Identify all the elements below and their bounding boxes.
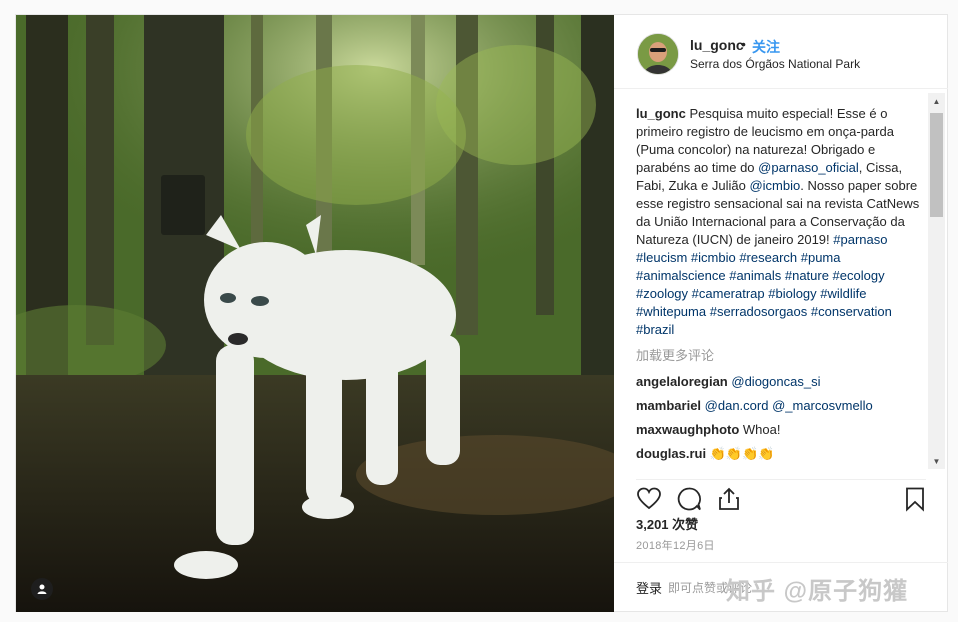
bookmark-icon[interactable] xyxy=(902,486,928,512)
comment-item: angelaloregian @diogoncas_si xyxy=(636,373,926,391)
login-link[interactable]: 登录 xyxy=(636,578,662,597)
caption-mention-parnaso[interactable]: @parnaso_oficial xyxy=(758,160,859,175)
header-username[interactable]: lu_gonc xyxy=(690,37,744,53)
comment-item: maxwaughphoto Whoa! xyxy=(636,421,926,439)
comment-text[interactable]: @diogoncas_si xyxy=(731,374,820,389)
comment-item: douglas.rui 👏👏👏👏 xyxy=(636,445,926,463)
scroll-up-arrow-icon[interactable]: ▲ xyxy=(928,93,945,109)
user-tag-icon[interactable] xyxy=(31,578,53,600)
comment-text: Whoa! xyxy=(742,422,781,437)
post-photo[interactable] xyxy=(16,15,614,612)
comment-icon[interactable] xyxy=(676,486,702,512)
comment-item: mambariel @dan.cord @_marcosvmello xyxy=(636,397,926,415)
post-header: lu_gonc • 关注 Serra dos Órgãos National P… xyxy=(614,15,948,89)
comment-username[interactable]: angelaloregian xyxy=(636,374,728,389)
post-card: lu_gonc • 关注 Serra dos Órgãos National P… xyxy=(15,14,948,612)
post-sidebar: lu_gonc • 关注 Serra dos Órgãos National P… xyxy=(614,15,948,611)
comment-text: 👏👏👏👏 xyxy=(709,446,775,461)
location-link[interactable]: Serra dos Órgãos National Park xyxy=(690,57,860,71)
post-date[interactable]: 2018年12月6日 xyxy=(636,537,715,553)
action-bar xyxy=(636,479,928,512)
comment-username[interactable]: maxwaughphoto xyxy=(636,422,739,437)
comments-scrollbar[interactable]: ▲ ▼ xyxy=(928,93,945,469)
caption-hashtags[interactable]: #parnaso #leucism #icmbio #research #pum… xyxy=(636,232,892,337)
login-footer: 登录 即可点赞或评论 知乎 @原子狗獾 xyxy=(614,562,948,612)
separator-dot: • xyxy=(741,36,746,52)
scrollbar-thumb[interactable] xyxy=(930,113,943,217)
follow-button[interactable]: 关注 xyxy=(752,37,780,57)
avatar[interactable] xyxy=(637,33,679,75)
heart-icon[interactable] xyxy=(636,486,662,512)
comment-text[interactable]: @dan.cord @_marcosvmello xyxy=(705,398,873,413)
comment-username[interactable]: mambariel xyxy=(636,398,701,413)
scroll-down-arrow-icon[interactable]: ▼ xyxy=(928,453,945,469)
caption: lu_gonc Pesquisa muito especial! Esse é … xyxy=(636,105,926,339)
share-icon[interactable] xyxy=(716,486,742,512)
forest-puma-image xyxy=(16,15,614,612)
load-more-comments[interactable]: 加载更多评论 xyxy=(636,347,926,365)
comment-username[interactable]: douglas.rui xyxy=(636,446,706,461)
zhihu-watermark: 知乎 @原子狗獾 xyxy=(726,578,909,605)
caption-mention-icmbio[interactable]: @icmbio xyxy=(749,178,800,193)
likes-count[interactable]: 3,201 次赞 xyxy=(636,514,698,533)
caption-username[interactable]: lu_gonc xyxy=(636,106,686,121)
comments-area: lu_gonc Pesquisa muito especial! Esse é … xyxy=(636,105,926,473)
